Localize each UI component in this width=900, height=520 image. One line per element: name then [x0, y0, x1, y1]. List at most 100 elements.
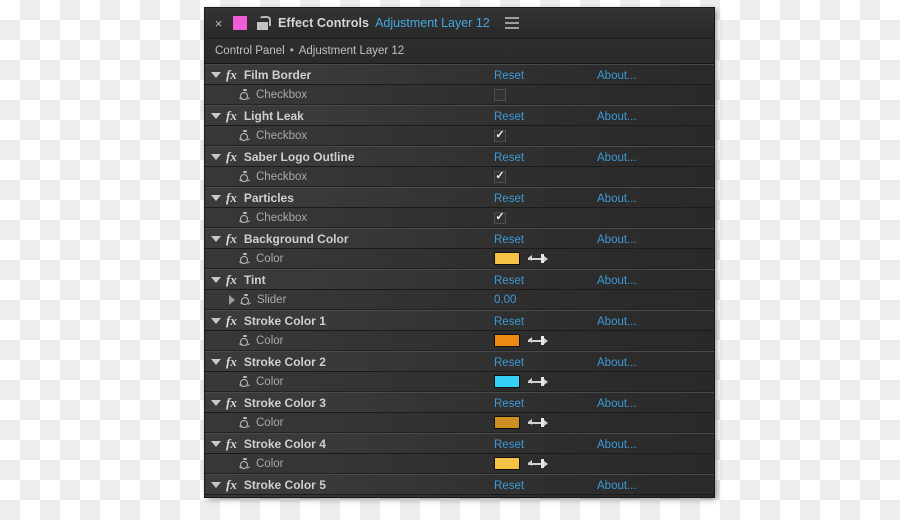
about-button[interactable]: About...	[597, 152, 637, 164]
about-button[interactable]: About...	[597, 357, 637, 369]
eyedropper-icon[interactable]	[528, 335, 550, 347]
effect-name[interactable]: Background Color	[244, 232, 349, 246]
property-row[interactable]: Checkbox ✓	[205, 167, 714, 187]
eyedropper-icon[interactable]	[528, 458, 550, 470]
effect-name[interactable]: Light Leak	[244, 109, 304, 123]
reset-button[interactable]: Reset	[494, 357, 524, 369]
about-button[interactable]: About...	[597, 111, 637, 123]
effect-name[interactable]: Stroke Color 5	[244, 478, 326, 492]
stopwatch-icon[interactable]	[239, 293, 252, 306]
disclosure-triangle-down-icon[interactable]	[211, 317, 221, 324]
disclosure-triangle-down-icon[interactable]	[211, 481, 221, 488]
color-swatch[interactable]	[494, 252, 520, 265]
reset-button[interactable]: Reset	[494, 193, 524, 205]
effect-name[interactable]: Stroke Color 2	[244, 355, 326, 369]
effect-row[interactable]: fx Particles Reset About...	[205, 187, 714, 208]
stopwatch-icon[interactable]	[238, 416, 251, 429]
reset-button[interactable]: Reset	[494, 152, 524, 164]
effect-row[interactable]: fx Film Border Reset About...	[205, 64, 714, 85]
stopwatch-icon[interactable]	[238, 334, 251, 347]
effect-name[interactable]: Film Border	[244, 68, 311, 82]
color-swatch[interactable]	[494, 334, 520, 347]
disclosure-triangle-down-icon[interactable]	[211, 194, 221, 201]
property-row[interactable]: Checkbox ✓	[205, 126, 714, 146]
effect-name[interactable]: Particles	[244, 191, 294, 205]
property-row[interactable]: Slider 0.00	[205, 290, 714, 310]
about-button[interactable]: About...	[597, 316, 637, 328]
about-cell: About...	[597, 66, 637, 84]
property-row[interactable]: Color	[205, 249, 714, 269]
reset-button[interactable]: Reset	[494, 234, 524, 246]
about-button[interactable]: About...	[597, 234, 637, 246]
checkbox-control[interactable]: ✓	[494, 129, 506, 142]
stopwatch-icon[interactable]	[238, 129, 251, 142]
effect-name[interactable]: Tint	[244, 273, 266, 287]
lock-icon[interactable]	[256, 15, 271, 31]
property-value-cell	[494, 375, 597, 388]
stopwatch-icon[interactable]	[238, 170, 251, 183]
effect-row[interactable]: fx Stroke Color 3 Reset About...	[205, 392, 714, 413]
effect-name[interactable]: Saber Logo Outline	[244, 150, 355, 164]
eyedropper-icon[interactable]	[528, 253, 550, 265]
color-swatch[interactable]	[494, 375, 520, 388]
stopwatch-icon[interactable]	[238, 88, 251, 101]
breadcrumb-layer[interactable]: Adjustment Layer 12	[299, 45, 404, 57]
disclosure-triangle-down-icon[interactable]	[211, 235, 221, 242]
property-row[interactable]: Color	[205, 413, 714, 433]
checkbox-control[interactable]: ✓	[494, 170, 506, 183]
about-button[interactable]: About...	[597, 70, 637, 82]
stopwatch-icon[interactable]	[238, 457, 251, 470]
effect-row[interactable]: fx Stroke Color 2 Reset About...	[205, 351, 714, 372]
close-icon[interactable]: ×	[213, 17, 224, 30]
effect-row[interactable]: fx Background Color Reset About...	[205, 228, 714, 249]
effect-row[interactable]: fx Stroke Color 5 Reset About...	[205, 474, 714, 495]
effect-row[interactable]: fx Light Leak Reset About...	[205, 105, 714, 126]
about-button[interactable]: About...	[597, 398, 637, 410]
disclosure-triangle-down-icon[interactable]	[211, 358, 221, 365]
stopwatch-icon[interactable]	[238, 375, 251, 388]
effect-row[interactable]: fx Tint Reset About...	[205, 269, 714, 290]
stopwatch-icon[interactable]	[238, 252, 251, 265]
reset-button[interactable]: Reset	[494, 70, 524, 82]
property-row[interactable]: Checkbox ✓	[205, 208, 714, 228]
disclosure-triangle-down-icon[interactable]	[211, 71, 221, 78]
disclosure-triangle-down-icon[interactable]	[211, 440, 221, 447]
effect-name[interactable]: Stroke Color 1	[244, 314, 326, 328]
color-swatch[interactable]	[494, 416, 520, 429]
eyedropper-icon[interactable]	[528, 417, 550, 429]
checkbox-control[interactable]: ✓	[494, 211, 506, 224]
eyedropper-icon[interactable]	[528, 376, 550, 388]
reset-button[interactable]: Reset	[494, 111, 524, 123]
breadcrumb-panel[interactable]: Control Panel	[215, 45, 285, 57]
hamburger-menu-icon[interactable]	[504, 17, 519, 29]
disclosure-triangle-down-icon[interactable]	[211, 276, 221, 283]
about-cell: About...	[597, 148, 637, 166]
property-row[interactable]: Color	[205, 372, 714, 392]
reset-button[interactable]: Reset	[494, 480, 524, 492]
reset-button[interactable]: Reset	[494, 398, 524, 410]
disclosure-triangle-down-icon[interactable]	[211, 399, 221, 406]
stopwatch-icon[interactable]	[238, 211, 251, 224]
property-row[interactable]: Color	[205, 331, 714, 351]
about-button[interactable]: About...	[597, 193, 637, 205]
reset-button[interactable]: Reset	[494, 439, 524, 451]
about-button[interactable]: About...	[597, 275, 637, 287]
property-row[interactable]: Checkbox	[205, 85, 714, 105]
disclosure-triangle-right-icon[interactable]	[229, 294, 235, 305]
disclosure-triangle-down-icon[interactable]	[211, 112, 221, 119]
color-swatch[interactable]	[494, 457, 520, 470]
effect-name[interactable]: Stroke Color 4	[244, 437, 326, 451]
effect-row[interactable]: fx Stroke Color 4 Reset About...	[205, 433, 714, 454]
reset-button[interactable]: Reset	[494, 275, 524, 287]
reset-button[interactable]: Reset	[494, 316, 524, 328]
slider-value[interactable]: 0.00	[494, 294, 516, 306]
disclosure-triangle-down-icon[interactable]	[211, 153, 221, 160]
effect-row[interactable]: fx Saber Logo Outline Reset About...	[205, 146, 714, 167]
effect-row[interactable]: fx Stroke Color 1 Reset About...	[205, 310, 714, 331]
about-button[interactable]: About...	[597, 480, 637, 492]
checkbox-control[interactable]	[494, 88, 506, 101]
about-button[interactable]: About...	[597, 439, 637, 451]
property-row[interactable]: Color	[205, 495, 714, 497]
effect-name[interactable]: Stroke Color 3	[244, 396, 326, 410]
property-row[interactable]: Color	[205, 454, 714, 474]
